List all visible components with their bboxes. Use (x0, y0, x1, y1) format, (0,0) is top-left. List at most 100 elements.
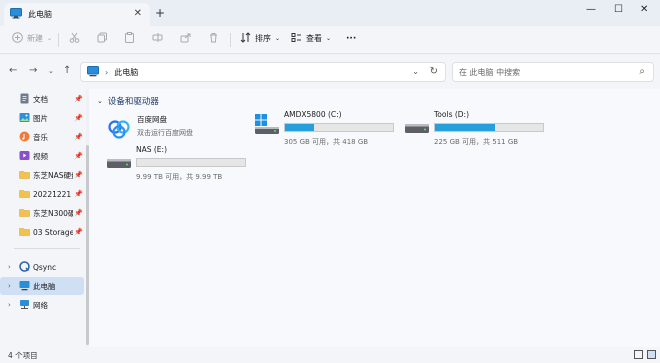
share-icon[interactable] (180, 32, 191, 43)
sidebar-item-label: 03 Storage (33, 227, 73, 237)
address-bar[interactable]: › 此电脑 ⌄ ↻ (80, 62, 446, 82)
sort-label: 排序 (255, 34, 271, 43)
video-icon (19, 150, 30, 161)
drive-free-space: 225 GB 可用，共 511 GB (434, 138, 519, 146)
sidebar-item-folder-toshiba-nas[interactable]: 东芝NAS硬盘 📌 (0, 166, 84, 184)
search-input[interactable] (459, 63, 629, 81)
sidebar-item-label: 文档 (33, 94, 48, 104)
monitor-icon (10, 8, 22, 21)
folder-icon (19, 188, 30, 199)
tiles-view-icon[interactable] (647, 350, 656, 359)
new-tab-button[interactable]: + (155, 6, 165, 20)
drive-name: AMDX5800 (C:) (284, 110, 342, 119)
music-icon (19, 131, 30, 142)
chevron-down-icon: ⌄ (326, 35, 332, 42)
divider (14, 248, 80, 249)
expand-chevron-icon[interactable]: › (8, 263, 11, 271)
drive-name: 百度网盘 (137, 115, 167, 124)
sidebar-item-label: 音乐 (33, 132, 48, 142)
view-button[interactable]: 查看 ⌄ (291, 32, 331, 45)
tab-this-pc[interactable]: 此电脑 ✕ (4, 3, 150, 26)
chevron-down-icon: ⌄ (47, 35, 53, 42)
more-options-button[interactable]: ··· (346, 34, 356, 44)
close-tab-icon[interactable]: ✕ (134, 8, 142, 19)
tab-title: 此电脑 (28, 10, 52, 19)
plus-circle-icon (12, 32, 23, 45)
title-bar: 此电脑 ✕ + — ☐ ✕ (0, 0, 660, 26)
address-dropdown-icon[interactable]: ⌄ (412, 67, 419, 76)
sidebar-item-label: 东芝NAS硬盘 (33, 170, 73, 180)
sidebar-item-folder-20221221[interactable]: 20221221 R 📌 (0, 185, 84, 203)
sidebar-item-videos[interactable]: 视频 📌 (0, 147, 84, 165)
sidebar-item-qsync[interactable]: › Qsync (0, 258, 84, 276)
sort-icon (240, 32, 251, 45)
sidebar-item-label: 此电脑 (33, 281, 56, 291)
search-box[interactable]: ⌕ (452, 62, 654, 82)
drive-e[interactable]: NAS (E:) 9.99 TB 可用，共 9.99 TB (106, 145, 251, 185)
pin-icon: 📌 (74, 114, 83, 122)
recent-locations-chevron-icon[interactable]: ⌄ (48, 67, 54, 75)
sidebar-item-label: 20221221 R (33, 189, 73, 199)
document-icon (19, 93, 30, 104)
drive-free-space: 305 GB 可用，共 418 GB (284, 138, 369, 146)
forward-arrow-icon[interactable]: → (29, 65, 37, 76)
divider (230, 33, 231, 47)
new-button[interactable]: 新建 ⌄ (12, 32, 52, 45)
sidebar-item-folder-toshiba-n300[interactable]: 东芝N300硬盘 📌 (0, 204, 84, 222)
group-title: 设备和驱动器 (107, 97, 159, 107)
pin-icon: 📌 (74, 209, 83, 217)
monitor-icon (87, 65, 99, 79)
pin-icon: 📌 (74, 95, 83, 103)
maximize-button[interactable]: ☐ (614, 4, 623, 15)
sidebar-item-label: Qsync (33, 262, 57, 272)
sidebar-item-network[interactable]: › 网络 (0, 296, 84, 314)
sidebar-item-this-pc[interactable]: › 此电脑 (0, 277, 84, 295)
rename-icon[interactable] (152, 32, 163, 43)
expand-chevron-icon[interactable]: › (8, 282, 11, 290)
delete-icon[interactable] (208, 32, 219, 43)
drive-usage-bar (136, 158, 246, 167)
collapse-chevron-icon[interactable]: ⌄ (97, 97, 103, 105)
sidebar-item-folder-03-storage[interactable]: 03 Storage 📌 (0, 223, 84, 241)
breadcrumb-this-pc[interactable]: 此电脑 (114, 67, 138, 78)
sort-button[interactable]: 排序 ⌄ (240, 32, 280, 45)
close-window-button[interactable]: ✕ (640, 4, 648, 15)
hard-drive-icon (106, 149, 134, 171)
back-arrow-icon[interactable]: ← (9, 65, 17, 76)
drive-name: Tools (D:) (434, 110, 470, 119)
drive-c[interactable]: AMDX5800 (C:) 305 GB 可用，共 418 GB (254, 110, 399, 150)
hard-drive-icon (404, 114, 432, 136)
up-arrow-icon[interactable]: ↑ (63, 65, 71, 76)
sidebar-item-label: 网络 (33, 300, 48, 310)
view-icon (291, 32, 302, 45)
drive-usage-bar (434, 123, 544, 132)
cut-icon[interactable] (69, 32, 80, 43)
navigation-pane: 文档 📌 图片 📌 音乐 📌 视频 📌 东芝NAS硬盘 📌 20221221 R… (0, 89, 86, 347)
qsync-icon (19, 261, 30, 272)
refresh-icon[interactable]: ↻ (430, 66, 438, 77)
divider (58, 33, 59, 47)
content-area: ⌄ 设备和驱动器 百度网盘 双击运行百度网盘 AMDX5800 (C:) 305… (89, 89, 660, 347)
paste-icon[interactable] (124, 32, 135, 43)
network-icon (19, 299, 30, 310)
expand-chevron-icon[interactable]: › (8, 301, 11, 309)
sidebar-item-label: 视频 (33, 151, 48, 161)
sidebar-item-label: 东芝N300硬盘 (33, 208, 73, 218)
details-view-icon[interactable] (634, 350, 643, 359)
folder-icon (19, 207, 30, 218)
copy-icon[interactable] (97, 32, 108, 43)
drive-free-space: 9.99 TB 可用，共 9.99 TB (136, 173, 223, 181)
sidebar-item-music[interactable]: 音乐 📌 (0, 128, 84, 146)
navigation-bar: ← → ⌄ ↑ › 此电脑 ⌄ ↻ ⌕ (0, 55, 660, 89)
view-label: 查看 (306, 34, 322, 43)
drive-d[interactable]: Tools (D:) 225 GB 可用，共 511 GB (404, 110, 549, 150)
search-icon[interactable]: ⌕ (639, 66, 645, 77)
sidebar-item-pictures[interactable]: 图片 📌 (0, 109, 84, 127)
breadcrumb-chevron-icon[interactable]: › (105, 68, 108, 77)
sidebar-item-documents[interactable]: 文档 📌 (0, 90, 84, 108)
minimize-button[interactable]: — (586, 4, 596, 15)
command-bar: 新建 ⌄ 排序 ⌄ 查看 ⌄ ··· (0, 26, 660, 54)
pin-icon: 📌 (74, 133, 83, 141)
pictures-icon (19, 112, 30, 123)
group-header-devices-and-drives[interactable]: ⌄ 设备和驱动器 (97, 95, 159, 107)
